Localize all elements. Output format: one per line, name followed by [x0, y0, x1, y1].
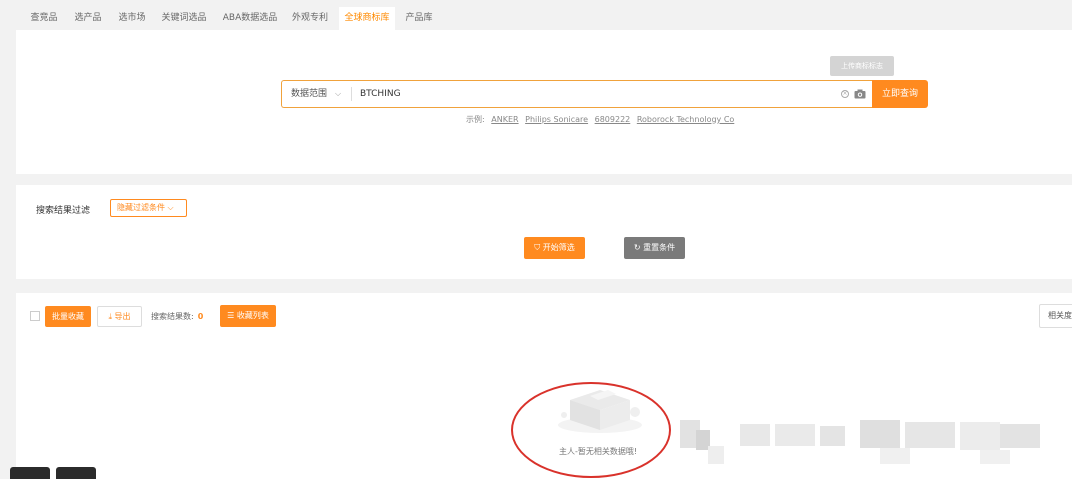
hide-filter-toggle[interactable]: 隐藏过滤条件 ⌵ [110, 199, 187, 217]
result-count: 搜索结果数: 0 [151, 311, 203, 322]
tab-aba-select[interactable]: ABA数据选品 [220, 7, 280, 30]
search-button[interactable]: 立即查询 [872, 80, 928, 108]
tab-product-library[interactable]: 产品库 [400, 7, 438, 30]
sort-select[interactable]: 相关度 [1039, 304, 1072, 328]
download-icon: ⤓ [108, 312, 112, 321]
tab-design-patent[interactable]: 外观专利 [288, 7, 332, 30]
example-link[interactable]: 6809222 [595, 115, 631, 124]
start-filter-label: 开始筛选 [542, 243, 575, 252]
bottom-dock-button[interactable] [10, 467, 50, 479]
batch-favorite-button[interactable]: 批量收藏 [45, 306, 91, 327]
upload-logo-tooltip: 上传商标标志 [830, 56, 894, 76]
chevron-down-icon[interactable]: ⌵ [335, 81, 341, 107]
search-divider [351, 87, 352, 101]
filter-icon: ⛉ [534, 243, 541, 252]
reset-filter-button[interactable]: ↻ 重置条件 [624, 237, 685, 259]
search-bar: 数据范围 ⌵ × [281, 80, 873, 108]
start-filter-button[interactable]: ⛉ 开始筛选 [524, 237, 585, 259]
export-button[interactable]: ⤓ 导出 [97, 306, 142, 327]
export-label: 导出 [114, 312, 131, 321]
blurred-region [680, 420, 1040, 464]
hide-filter-label: 隐藏过滤条件 [117, 203, 165, 212]
search-input[interactable] [360, 84, 830, 104]
data-scope-select[interactable]: 数据范围 [291, 81, 327, 107]
tab-competitor[interactable]: 查竞品 [24, 7, 64, 30]
tab-bar: 查竞品 选产品 选市场 关键词选品 ABA数据选品 外观专利 全球商标库 产品库 [0, 0, 1072, 30]
result-count-value: 0 [197, 312, 204, 321]
tab-global-trademark[interactable]: 全球商标库 [339, 7, 395, 30]
tab-keyword-select[interactable]: 关键词选品 [158, 7, 210, 30]
list-icon: ☰ [227, 311, 235, 320]
camera-icon[interactable] [854, 89, 866, 99]
annotation-circle [511, 382, 671, 478]
favorite-list-label: 收藏列表 [236, 311, 269, 320]
tab-select-market[interactable]: 选市场 [112, 7, 152, 30]
favorite-list-button[interactable]: ☰ 收藏列表 [220, 305, 276, 327]
examples-prefix: 示例: [466, 115, 485, 124]
example-link[interactable]: ANKER [491, 115, 518, 124]
example-link[interactable]: Roborock Technology Co [637, 115, 734, 124]
refresh-icon: ↻ [633, 243, 641, 252]
search-examples: 示例: ANKER Philips Sonicare 6809222 Robor… [466, 114, 734, 125]
reset-filter-label: 重置条件 [643, 243, 676, 252]
select-all-checkbox[interactable] [30, 311, 40, 321]
tab-select-product[interactable]: 选产品 [68, 7, 108, 30]
bottom-dock-button[interactable] [56, 467, 96, 479]
example-link[interactable]: Philips Sonicare [525, 115, 588, 124]
filter-title: 搜索结果过滤 [36, 206, 91, 216]
result-count-label: 搜索结果数: [151, 312, 194, 321]
chevron-down-icon: ⌵ [167, 203, 174, 212]
clear-icon[interactable]: × [841, 90, 849, 98]
